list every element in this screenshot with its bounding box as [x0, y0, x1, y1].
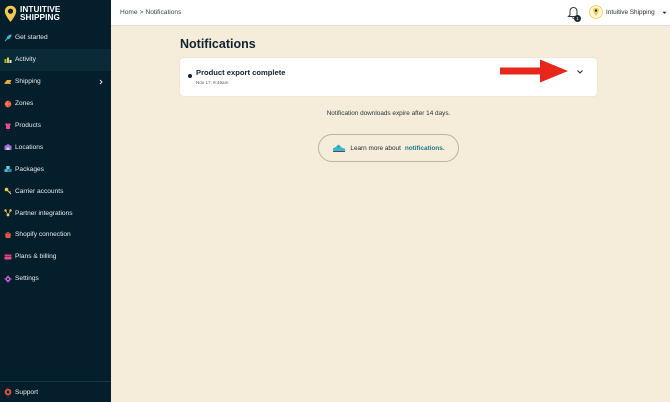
sidebar-item-label: Partner integrations: [15, 209, 73, 217]
brand-name: INTUITIVE SHIPPING: [20, 4, 61, 22]
shipping-icon: [4, 79, 12, 84]
breadcrumb-separator: >: [139, 9, 144, 16]
sidebar-item-products[interactable]: Products: [0, 115, 111, 137]
sidebar-nav: Get started Activity Shipping Zones Prod…: [0, 27, 111, 290]
support-icon: [4, 388, 12, 396]
top-bar: Home > Notifications 1 Intuitive Shipping: [111, 0, 670, 26]
brand-logo[interactable]: INTUITIVE SHIPPING: [0, 0, 111, 27]
sidebar-item-label: Activity: [15, 56, 36, 64]
expiry-note: Notification downloads expire after 14 d…: [326, 110, 451, 117]
rocket-icon: [4, 34, 12, 42]
location-pin-logo-icon: [4, 5, 17, 22]
packages-icon: [4, 166, 12, 173]
notification-count-badge: 1: [574, 15, 581, 22]
sidebar-item-label: Settings: [15, 275, 39, 283]
chevron-right-icon[interactable]: [98, 79, 104, 85]
sidebar-item-settings[interactable]: Settings: [0, 268, 111, 290]
sidebar: INTUITIVE SHIPPING Get started Activity …: [0, 0, 111, 402]
unread-dot: [188, 74, 192, 78]
sidebar-item-label: Get started: [15, 34, 48, 42]
sidebar-item-partner-integrations[interactable]: Partner integrations: [0, 202, 111, 224]
sidebar-item-get-started[interactable]: Get started: [0, 27, 111, 49]
breadcrumb-home-link[interactable]: Home: [120, 9, 138, 16]
page-title: Notifications: [180, 37, 256, 51]
sidebar-item-plans-billing[interactable]: Plans & billing: [0, 246, 111, 268]
notification-timestamp: Nov 17, 9:49am: [196, 80, 229, 85]
sidebar-item-shipping[interactable]: Shipping: [0, 71, 111, 93]
user-avatar-icon[interactable]: [589, 5, 603, 19]
key-icon: [4, 187, 12, 195]
sidebar-item-label: Zones: [15, 100, 34, 108]
breadcrumb: Home > Notifications: [120, 9, 181, 16]
activity-icon: [4, 57, 12, 63]
notifications-link[interactable]: notifications.: [405, 145, 445, 152]
integrations-icon: [4, 209, 12, 217]
sidebar-item-label: Locations: [15, 143, 44, 151]
red-arrow-annotation-icon: [500, 59, 568, 83]
sidebar-item-zones[interactable]: Zones: [0, 93, 111, 115]
learn-more-text: Learn more about: [350, 144, 401, 152]
billing-icon: [4, 254, 12, 260]
gear-icon: [4, 275, 12, 283]
sidebar-item-shopify-connection[interactable]: Shopify connection: [0, 224, 111, 246]
learn-more-button[interactable]: Learn more about notifications.: [318, 134, 459, 162]
notification-title: Product export complete: [196, 68, 286, 77]
shirt-icon: [5, 122, 11, 129]
shoe-icon: [333, 144, 346, 152]
sidebar-item-support[interactable]: Support: [0, 381, 111, 402]
shopify-icon: [5, 231, 11, 238]
user-menu-name[interactable]: Intuitive Shipping: [606, 9, 655, 16]
sidebar-item-label: Shopify connection: [15, 231, 71, 239]
sidebar-item-activity[interactable]: Activity: [0, 48, 111, 71]
sidebar-item-label: Plans & billing: [15, 253, 57, 261]
sidebar-item-label: Products: [15, 122, 42, 129]
sidebar-item-label: Shipping: [15, 78, 41, 86]
sidebar-item-label: Packages: [15, 165, 44, 173]
caret-down-icon[interactable]: [662, 11, 667, 15]
globe-icon: [4, 100, 12, 107]
sidebar-item-carrier-accounts[interactable]: Carrier accounts: [0, 180, 111, 202]
warehouse-icon: [4, 144, 12, 151]
sidebar-item-packages[interactable]: Packages: [0, 158, 111, 180]
sidebar-item-locations[interactable]: Locations: [0, 136, 111, 158]
sidebar-support-label: Support: [15, 388, 39, 396]
chevron-down-icon[interactable]: [576, 69, 584, 75]
breadcrumb-current: Notifications: [145, 9, 182, 16]
sidebar-item-label: Carrier accounts: [15, 187, 64, 195]
